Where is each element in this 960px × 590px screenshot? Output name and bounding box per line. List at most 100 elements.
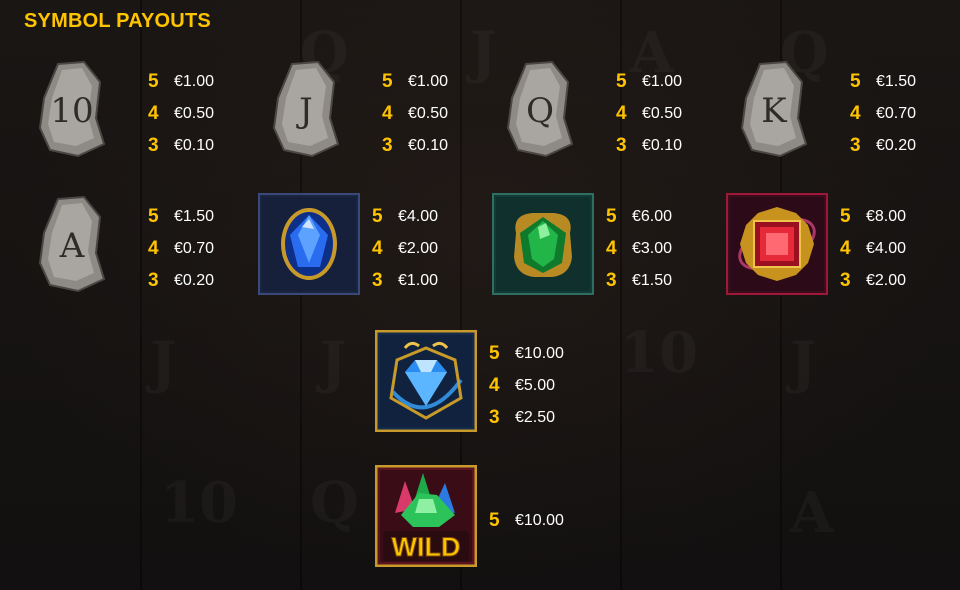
payout-row: 5 €10.00 [489, 338, 564, 370]
payout-row: 3 €0.10 [616, 130, 682, 162]
payout-list: 5 €1.50 4 €0.70 3 €0.20 [148, 201, 214, 297]
payout-amount: €0.10 [174, 137, 215, 154]
payout-row: 4 €0.70 [850, 98, 916, 130]
payout-amount: €0.50 [408, 105, 449, 122]
symbol-count: 3 [489, 407, 500, 428]
payout-amount: €4.00 [866, 240, 907, 257]
symbol-count: 3 [382, 135, 393, 156]
payout-amount: €1.50 [174, 208, 215, 225]
payout-amount: €0.70 [174, 240, 215, 257]
payout-amount: €4.00 [398, 208, 439, 225]
symbol-count: 4 [148, 103, 159, 124]
payout-row: 4 €0.50 [148, 98, 214, 130]
rune-k-icon: K [722, 58, 824, 160]
svg-text:WILD: WILD [392, 532, 461, 562]
blue-gem-icon [258, 193, 360, 295]
rune-j-icon: J [254, 58, 356, 160]
payout-amount: €2.00 [866, 272, 907, 289]
payout-amount: €2.50 [515, 409, 556, 426]
payout-list: 5 €8.00 4 €4.00 3 €2.00 [840, 201, 906, 297]
symbol-count: 4 [489, 375, 500, 396]
payout-amount: €6.00 [632, 208, 673, 225]
page-title: SYMBOL PAYOUTS [24, 10, 211, 32]
payout-amount: €0.20 [876, 137, 917, 154]
payout-amount: €8.00 [866, 208, 907, 225]
payout-row: 5 €10.00 [489, 505, 564, 537]
symbol-count: 3 [840, 270, 851, 291]
payout-list: 5 €10.00 [489, 505, 564, 537]
payout-amount: €5.00 [515, 377, 556, 394]
payout-list: 5 €1.50 4 €0.70 3 €0.20 [850, 66, 916, 162]
symbol-count: 5 [148, 206, 159, 227]
payout-row: 5 €1.50 [850, 66, 916, 98]
payout-row: 3 €0.10 [382, 130, 448, 162]
symbol-count: 3 [850, 135, 861, 156]
symbol-count: 5 [489, 510, 500, 531]
payout-amount: €10.00 [515, 345, 564, 362]
symbol-count: 5 [372, 206, 383, 227]
payout-row: 3 €1.00 [372, 265, 438, 297]
svg-text:K: K [761, 91, 787, 131]
payout-row: 4 €0.70 [148, 233, 214, 265]
symbol-count: 5 [148, 71, 159, 92]
payout-amount: €10.00 [515, 512, 564, 529]
payout-row: 4 €2.00 [372, 233, 438, 265]
rune-q-icon: Q [488, 58, 590, 160]
payout-row: 4 €0.50 [616, 98, 682, 130]
payout-amount: €1.00 [174, 73, 215, 90]
symbol-count: 3 [148, 270, 159, 291]
payout-amount: €1.50 [632, 272, 673, 289]
symbol-count: 3 [148, 135, 159, 156]
green-gem-icon [492, 193, 594, 295]
symbol-count: 4 [372, 238, 383, 259]
symbol-count: 5 [606, 206, 617, 227]
symbol-count: 5 [850, 71, 861, 92]
payout-row: 3 €0.10 [148, 130, 214, 162]
symbol-count: 4 [606, 238, 617, 259]
payout-list: 5 €4.00 4 €2.00 3 €1.00 [372, 201, 438, 297]
payout-row: 3 €2.50 [489, 402, 564, 434]
wild-icon: WILD [375, 465, 477, 567]
payout-amount: €1.00 [642, 73, 683, 90]
symbol-count: 4 [840, 238, 851, 259]
payout-list: 5 €1.00 4 €0.50 3 €0.10 [382, 66, 448, 162]
payout-row: 5 €1.00 [616, 66, 682, 98]
symbol-count: 5 [382, 71, 393, 92]
payout-list: 5 €6.00 4 €3.00 3 €1.50 [606, 201, 672, 297]
payout-list: 5 €1.00 4 €0.50 3 €0.10 [148, 66, 214, 162]
symbol-count: 5 [616, 71, 627, 92]
symbol-count: 4 [616, 103, 627, 124]
payout-row: 4 €3.00 [606, 233, 672, 265]
payout-amount: €0.20 [174, 272, 215, 289]
payout-row: 5 €8.00 [840, 201, 906, 233]
payout-amount: €0.70 [876, 105, 917, 122]
svg-text:A: A [59, 226, 85, 266]
payout-list: 5 €10.00 4 €5.00 3 €2.50 [489, 338, 564, 434]
svg-text:J: J [296, 91, 313, 131]
symbol-count: 5 [840, 206, 851, 227]
payout-amount: €1.00 [408, 73, 449, 90]
svg-text:Q: Q [526, 91, 554, 131]
diamond-icon [375, 330, 477, 432]
payout-amount: €0.10 [408, 137, 449, 154]
rune-10-icon: 10 [20, 58, 122, 160]
symbol-count: 4 [382, 103, 393, 124]
payout-amount: €0.10 [642, 137, 683, 154]
payout-amount: €3.00 [632, 240, 673, 257]
payout-row: 4 €0.50 [382, 98, 448, 130]
payout-row: 3 €1.50 [606, 265, 672, 297]
rune-a-icon: A [20, 193, 122, 295]
payout-amount: €0.50 [174, 105, 215, 122]
payout-row: 5 €1.50 [148, 201, 214, 233]
symbol-count: 3 [616, 135, 627, 156]
symbol-count: 4 [850, 103, 861, 124]
payout-row: 4 €5.00 [489, 370, 564, 402]
payout-row: 3 €0.20 [148, 265, 214, 297]
symbol-count: 3 [372, 270, 383, 291]
red-gem-icon [726, 193, 828, 295]
payout-amount: €0.50 [642, 105, 683, 122]
payout-amount: €1.50 [876, 73, 917, 90]
payout-row: 3 €0.20 [850, 130, 916, 162]
payout-row: 5 €1.00 [382, 66, 448, 98]
payout-row: 5 €4.00 [372, 201, 438, 233]
